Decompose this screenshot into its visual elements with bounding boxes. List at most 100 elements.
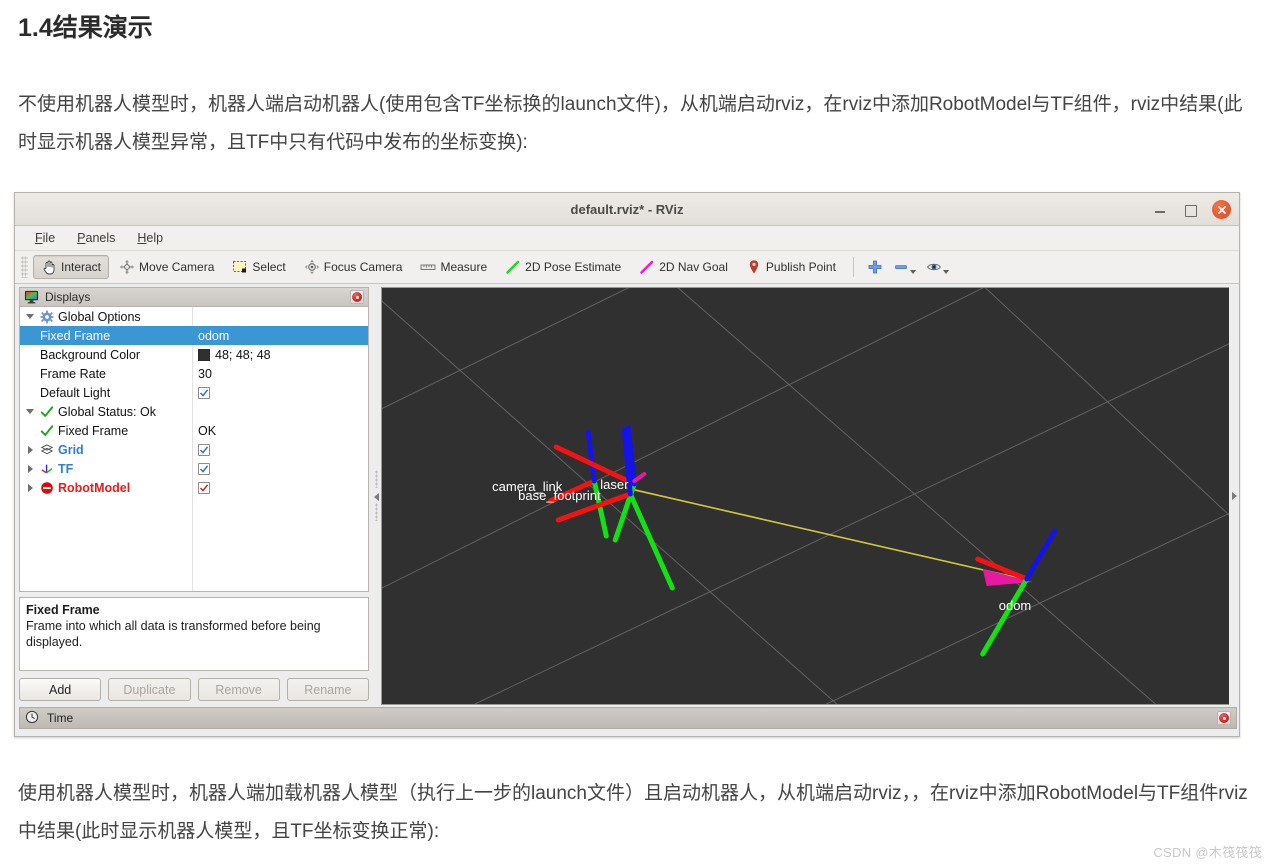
tree-label-global-status: Global Status: Ok bbox=[58, 404, 156, 419]
chevron-down-icon-2[interactable] bbox=[942, 270, 949, 274]
tree-value-fixed-frame[interactable]: odom bbox=[192, 329, 229, 343]
menu-file-label: ile bbox=[42, 231, 56, 245]
tool-select-label: Select bbox=[252, 260, 286, 274]
tree-row-background-color[interactable]: Background Color 48; 48; 48 bbox=[20, 345, 368, 364]
menu-panels-accel: P bbox=[77, 231, 86, 245]
tree-label-fixed-frame: Fixed Frame bbox=[40, 328, 111, 343]
tool-interact[interactable]: Interact bbox=[33, 255, 110, 279]
menubar: File Panels Help bbox=[15, 226, 1239, 251]
green-check-icon-2 bbox=[40, 424, 54, 438]
watermark: CSDN @木筏筏筏 bbox=[1153, 845, 1262, 860]
view-tool-button[interactable] bbox=[922, 256, 953, 278]
hand-cursor-icon bbox=[41, 259, 57, 275]
eye-icon bbox=[926, 259, 942, 275]
tool-move-camera[interactable]: Move Camera bbox=[111, 255, 222, 279]
toolbar-grip[interactable] bbox=[21, 256, 28, 278]
tool-select[interactable]: Select bbox=[224, 255, 293, 279]
menu-help[interactable]: Help bbox=[129, 229, 171, 247]
menu-panels-label: anels bbox=[85, 231, 116, 245]
tree-value-frame-rate[interactable]: 30 bbox=[192, 367, 212, 381]
clock-icon bbox=[25, 710, 41, 726]
duplicate-button[interactable]: Duplicate bbox=[108, 678, 191, 701]
rename-button[interactable]: Rename bbox=[286, 678, 369, 701]
tool-focus-camera-label: Focus Camera bbox=[323, 260, 403, 274]
displays-panel-header: Displays bbox=[19, 287, 369, 306]
expander-grid[interactable] bbox=[24, 444, 36, 456]
render-view-svg: camera_link laser base_footprint odom bbox=[382, 288, 1229, 704]
tree-row-tf[interactable]: TF bbox=[20, 459, 368, 478]
checkbox-robotmodel[interactable] bbox=[198, 481, 210, 494]
tree-value-tf-cell[interactable] bbox=[192, 462, 210, 475]
menu-file[interactable]: File bbox=[27, 229, 63, 247]
tree-row-robotmodel[interactable]: RobotModel bbox=[20, 478, 368, 497]
right-panel-splitter[interactable] bbox=[1229, 284, 1239, 707]
panel-splitter[interactable] bbox=[371, 284, 381, 707]
rviz-window: default.rviz* - RViz File Panels Help In… bbox=[14, 192, 1240, 737]
tree-value-robotmodel-cell[interactable] bbox=[192, 481, 210, 494]
add-tool-button[interactable] bbox=[863, 256, 887, 278]
tree-row-frame-rate[interactable]: Frame Rate 30 bbox=[20, 364, 368, 383]
frame-label-laser: laser bbox=[600, 477, 629, 492]
time-panel-close-icon[interactable] bbox=[1217, 711, 1231, 725]
expander-global-status[interactable] bbox=[24, 406, 36, 418]
toolbar-separator bbox=[852, 257, 854, 277]
tree-label-grid: Grid bbox=[58, 442, 84, 457]
map-pin-icon bbox=[746, 259, 762, 275]
tool-2d-nav-goal[interactable]: 2D Nav Goal bbox=[631, 255, 736, 279]
minimize-icon[interactable] bbox=[1152, 202, 1168, 218]
tree-label-robotmodel: RobotModel bbox=[58, 480, 131, 495]
description-text: Frame into which all data is transformed… bbox=[26, 619, 321, 649]
chevron-down-icon[interactable] bbox=[909, 270, 916, 274]
expander-tf[interactable] bbox=[24, 463, 36, 475]
checkbox-grid[interactable] bbox=[198, 443, 210, 456]
tool-measure-label: Measure bbox=[440, 260, 488, 274]
panel-button-row: Add Duplicate Remove Rename bbox=[19, 678, 369, 705]
maximize-icon[interactable] bbox=[1182, 202, 1198, 218]
tree-row-global-status[interactable]: Global Status: Ok bbox=[20, 402, 368, 421]
tree-value-background-color-cell[interactable]: 48; 48; 48 bbox=[192, 348, 271, 362]
tree-row-grid[interactable]: Grid bbox=[20, 440, 368, 459]
menu-panels[interactable]: Panels bbox=[69, 229, 123, 247]
displays-panel-close-icon[interactable] bbox=[350, 290, 364, 304]
remove-tool-button[interactable] bbox=[889, 256, 920, 278]
color-swatch bbox=[198, 348, 210, 361]
tool-2d-pose-estimate[interactable]: 2D Pose Estimate bbox=[497, 255, 629, 279]
tree-label-frame-rate: Frame Rate bbox=[40, 366, 106, 381]
tree-row-global-options[interactable]: Global Options bbox=[20, 307, 368, 326]
collapse-left-arrow-icon bbox=[373, 493, 379, 501]
render-view-3d[interactable]: camera_link laser base_footprint odom bbox=[381, 287, 1229, 705]
checkbox-tf[interactable] bbox=[198, 462, 210, 475]
add-button[interactable]: Add bbox=[19, 678, 102, 701]
tree-value-background-color: 48; 48; 48 bbox=[215, 347, 271, 362]
tree-row-default-light[interactable]: Default Light bbox=[20, 383, 368, 402]
tool-focus-camera[interactable]: Focus Camera bbox=[296, 255, 411, 279]
tree-label-default-light: Default Light bbox=[40, 385, 111, 400]
move-camera-icon bbox=[119, 259, 135, 275]
toolbar: Interact Move Camera Select Focus Camera… bbox=[15, 251, 1239, 284]
tree-value-default-light-cell[interactable] bbox=[192, 386, 210, 399]
frame-label-odom: odom bbox=[999, 598, 1032, 613]
focus-camera-icon bbox=[304, 259, 320, 275]
gear-icon bbox=[40, 310, 54, 324]
plus-icon bbox=[867, 259, 883, 275]
tree-value-grid-cell[interactable] bbox=[192, 443, 210, 456]
tool-interact-label: Interact bbox=[61, 260, 102, 274]
green-arrow-icon bbox=[505, 259, 521, 275]
property-description: Fixed Frame Frame into which all data is… bbox=[19, 597, 369, 671]
time-panel-title: Time bbox=[47, 711, 74, 725]
tree-row-status-fixed-frame[interactable]: Fixed Frame OK bbox=[20, 421, 368, 440]
render-background bbox=[382, 288, 1229, 704]
expander-robotmodel[interactable] bbox=[24, 482, 36, 494]
tool-publish-point[interactable]: Publish Point bbox=[738, 255, 844, 279]
remove-button[interactable]: Remove bbox=[197, 678, 280, 701]
checkbox-default-light[interactable] bbox=[198, 386, 210, 399]
page-title: 1.4结果演示 bbox=[18, 14, 153, 42]
tree-row-fixed-frame[interactable]: Fixed Frame odom bbox=[20, 326, 368, 345]
outro-paragraph: 使用机器人模型时，机器人端加载机器人模型（执行上一步的launch文件）且启动机… bbox=[18, 783, 1248, 842]
close-icon[interactable] bbox=[1212, 200, 1231, 219]
displays-tree[interactable]: Global Options Fixed Frame odom Backgrou… bbox=[19, 306, 369, 592]
tool-publish-point-label: Publish Point bbox=[765, 260, 836, 274]
expander-global-options[interactable] bbox=[24, 311, 36, 323]
tool-measure[interactable]: Measure bbox=[412, 255, 495, 279]
description-title: Fixed Frame bbox=[26, 603, 100, 617]
